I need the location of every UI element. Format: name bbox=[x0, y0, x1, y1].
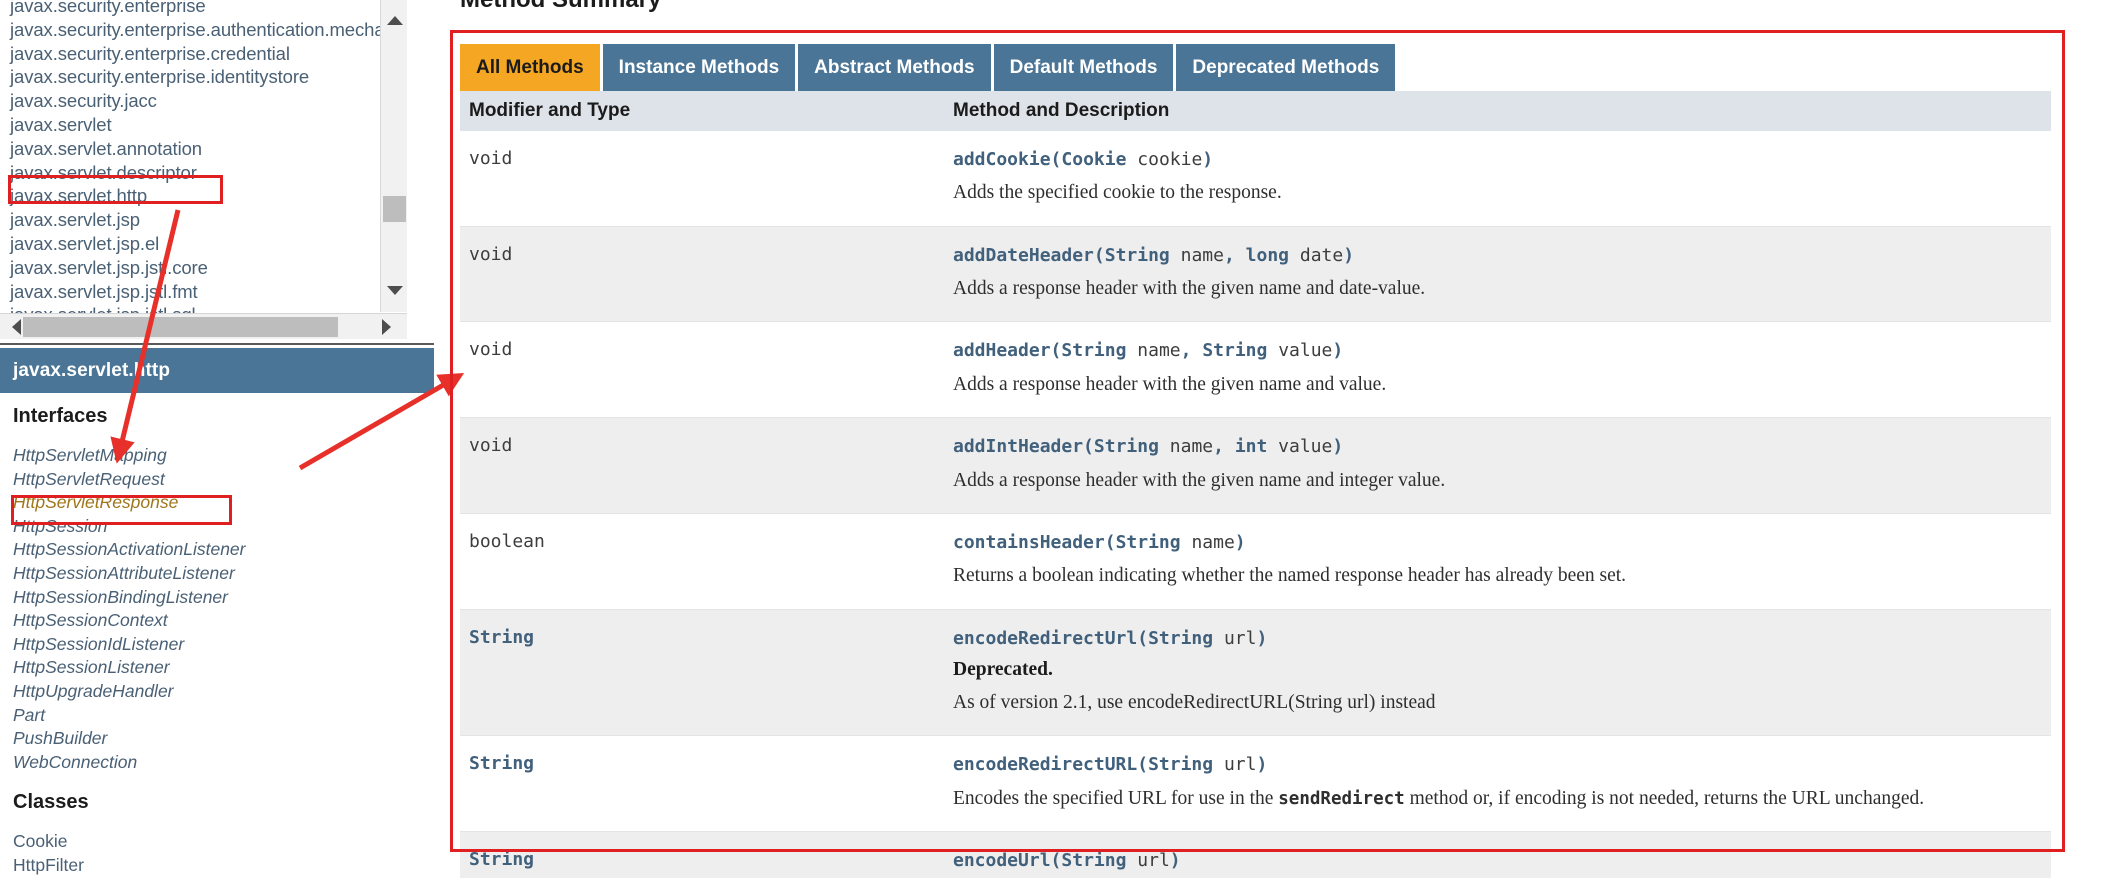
package-title-bar: javax.servlet.http bbox=[0, 348, 436, 393]
interface-link[interactable]: HttpUpgradeHandler bbox=[13, 680, 436, 704]
documentation-page: javax.security.enterprise javax.security.… bbox=[0, 0, 2103, 878]
package-list-item[interactable]: javax.security.enterprise bbox=[10, 0, 406, 18]
package-list-item[interactable]: javax.servlet.jsp.jstl.fmt bbox=[10, 280, 406, 304]
annotation-box-httpservletresponse bbox=[11, 495, 232, 525]
package-contents: Interfaces HttpServletMapping HttpServlet… bbox=[0, 393, 436, 878]
package-list-item[interactable]: javax.servlet.jsp bbox=[10, 208, 406, 232]
vertical-scroll-thumb[interactable] bbox=[383, 196, 406, 222]
sidebar: javax.security.enterprise javax.security.… bbox=[0, 0, 436, 878]
classes-heading: Classes bbox=[13, 791, 89, 814]
package-list-horizontal-scrollbar[interactable] bbox=[0, 313, 408, 339]
class-list: Cookie HttpFilter bbox=[13, 830, 436, 877]
interface-link[interactable]: HttpSessionAttributeListener bbox=[13, 562, 436, 586]
package-list-item[interactable]: javax.servlet.annotation bbox=[10, 137, 406, 161]
interfaces-heading: Interfaces bbox=[13, 405, 108, 427]
interface-link[interactable]: PushBuilder bbox=[13, 727, 436, 751]
method-name[interactable]: encodeUrl bbox=[953, 850, 1051, 871]
package-list-item[interactable]: javax.servlet.jsp.jstl.core bbox=[10, 256, 406, 280]
interface-link[interactable]: Part bbox=[13, 704, 436, 728]
interface-list: HttpServletMapping HttpServletRequest Http… bbox=[13, 444, 436, 774]
interface-link[interactable]: WebConnection bbox=[13, 751, 436, 775]
frame-gap bbox=[407, 0, 434, 348]
scroll-right-icon[interactable] bbox=[372, 314, 400, 340]
package-list-item[interactable]: javax.servlet bbox=[10, 113, 406, 137]
class-link[interactable]: HttpFilter bbox=[13, 854, 436, 878]
package-list-item[interactable]: javax.security.jacc bbox=[10, 89, 406, 113]
package-list-frame: javax.security.enterprise javax.security.… bbox=[0, 0, 436, 348]
interface-link[interactable]: HttpSessionListener bbox=[13, 656, 436, 680]
interface-link[interactable]: HttpSessionBindingListener bbox=[13, 586, 436, 610]
package-list-vertical-scrollbar[interactable] bbox=[380, 0, 407, 312]
package-title: javax.servlet.http bbox=[13, 359, 171, 381]
interface-link[interactable]: HttpSessionContext bbox=[13, 609, 436, 633]
frame-bottom-edge bbox=[0, 340, 436, 345]
package-list-item[interactable]: javax.security.enterprise.authentication… bbox=[10, 18, 408, 42]
method-signature[interactable]: encodeUrl(String url) bbox=[953, 849, 2043, 872]
annotation-box-package-http bbox=[8, 175, 223, 204]
page-title: Method Summary bbox=[460, 0, 661, 14]
scroll-up-icon[interactable] bbox=[381, 8, 408, 32]
scroll-down-icon[interactable] bbox=[381, 278, 408, 302]
horizontal-scroll-thumb[interactable] bbox=[23, 317, 338, 337]
package-list-item[interactable]: javax.servlet.jsp.el bbox=[10, 232, 406, 256]
annotation-box-method-summary bbox=[450, 30, 2065, 852]
package-list-item[interactable]: javax.security.enterprise.identitystore bbox=[10, 65, 406, 89]
method-return-type[interactable]: String bbox=[469, 849, 534, 870]
interface-link[interactable]: HttpSessionActivationListener bbox=[13, 538, 436, 562]
class-link[interactable]: Cookie bbox=[13, 830, 436, 854]
package-list-item[interactable]: javax.security.enterprise.credential bbox=[10, 42, 406, 66]
interface-link[interactable]: HttpServletMapping bbox=[13, 444, 436, 468]
package-list[interactable]: javax.security.enterprise javax.security.… bbox=[0, 0, 408, 327]
interface-link[interactable]: HttpServletRequest bbox=[13, 468, 436, 492]
interface-link[interactable]: HttpSessionIdListener bbox=[13, 633, 436, 657]
